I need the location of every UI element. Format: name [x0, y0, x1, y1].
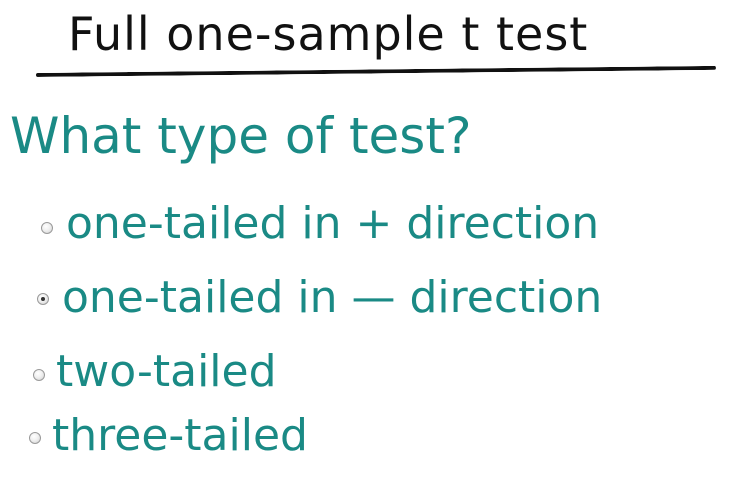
radio-button[interactable]	[41, 222, 53, 234]
option-label: three-tailed	[52, 410, 308, 461]
radio-button[interactable]	[29, 432, 41, 444]
question-text: What type of test?	[10, 107, 472, 165]
option-label: one-tailed in — direction	[62, 272, 603, 323]
radio-button-selected[interactable]	[37, 293, 49, 305]
option-one-tailed-negative[interactable]: one-tailed in — direction	[0, 266, 738, 330]
option-one-tailed-positive[interactable]: one-tailed in + direction	[0, 192, 738, 256]
option-three-tailed[interactable]: three-tailed	[0, 404, 738, 468]
option-two-tailed[interactable]: two-tailed	[0, 340, 738, 404]
option-label: one-tailed in + direction	[66, 198, 600, 249]
page-title: Full one-sample t test	[68, 7, 589, 61]
radio-button[interactable]	[33, 369, 45, 381]
option-label: two-tailed	[56, 346, 277, 397]
